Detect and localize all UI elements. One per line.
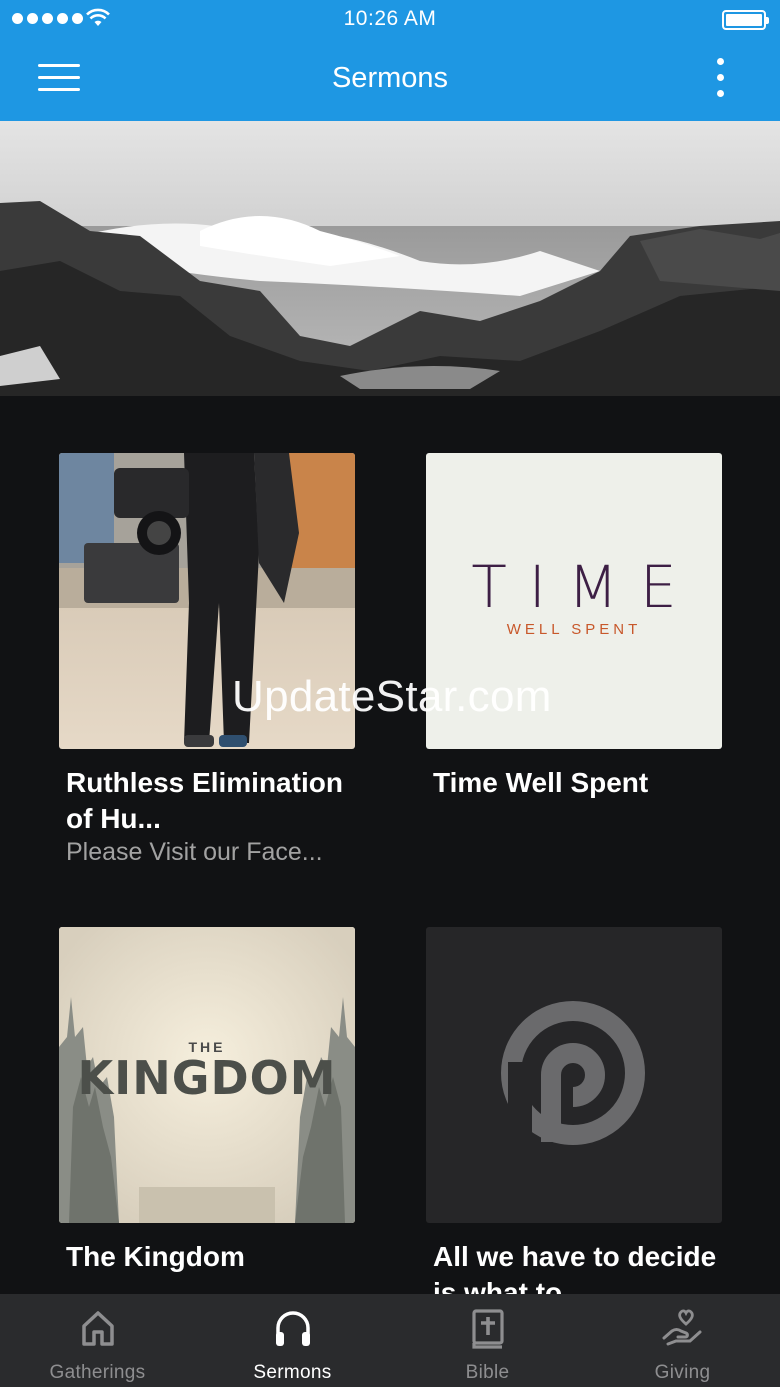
sermon-artwork-placeholder (426, 927, 722, 1223)
bottom-tab-bar: Gatherings Sermons Bible Giving (0, 1294, 780, 1387)
home-icon (81, 1311, 114, 1346)
sermon-card[interactable]: All we have to decide is what to (426, 927, 722, 1295)
artwork-subtitle-text: WELL SPENT (506, 621, 642, 638)
tab-bible[interactable]: Bible (390, 1294, 585, 1387)
app-logo-icon (501, 1001, 645, 1147)
hero-banner-image (0, 121, 780, 396)
app-header: 10:26 AM Sermons (0, 0, 780, 121)
sermon-title: Time Well Spent (433, 767, 649, 798)
sermon-artwork-time-well-spent: TIME WELL SPENT (426, 453, 722, 749)
sermon-artwork-kingdom: THE KINGDOM (59, 927, 355, 1223)
sermon-title: Ruthless Elimination of Hu... (66, 767, 343, 834)
tab-label: Gatherings (49, 1362, 146, 1383)
sermon-title: The Kingdom (66, 1241, 245, 1272)
giving-heart-hand-icon (662, 1309, 701, 1346)
tab-label: Bible (465, 1362, 510, 1383)
sermon-subtitle: Please Visit our Face... (66, 838, 323, 866)
bible-icon (471, 1309, 504, 1349)
sermon-card[interactable]: Ruthless Elimination of Hu... Please Vis… (59, 453, 355, 867)
headphones-icon (275, 1311, 310, 1346)
sermon-card[interactable]: TIME WELL SPENT Time Well Spent (426, 453, 722, 801)
tab-sermons[interactable]: Sermons (195, 1294, 390, 1387)
artwork-kingdom-text: KINGDOM (77, 1051, 337, 1105)
battery-icon (722, 10, 769, 30)
tab-label: Giving (654, 1362, 711, 1383)
tab-label: Sermons (253, 1362, 332, 1383)
sermon-artwork-camera (59, 453, 355, 749)
tab-giving[interactable]: Giving (585, 1294, 780, 1387)
tab-gatherings[interactable]: Gatherings (0, 1294, 195, 1387)
page-title: Sermons (331, 62, 449, 94)
status-bar: 10:26 AM (0, 0, 780, 40)
artwork-title-text: TIME (471, 553, 699, 621)
sermon-card[interactable]: THE KINGDOM The Kingdom (59, 927, 355, 1275)
status-time: 10:26 AM (343, 7, 437, 30)
sermon-title: All we have to decide is what to (433, 1241, 717, 1295)
more-options-button[interactable] (712, 58, 728, 102)
